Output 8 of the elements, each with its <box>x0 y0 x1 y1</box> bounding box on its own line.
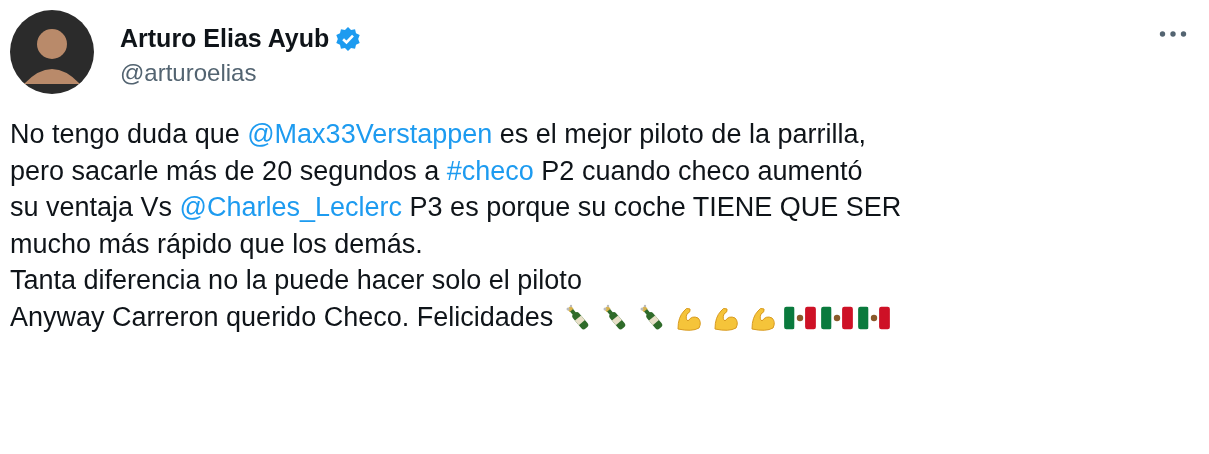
author-handle[interactable]: @arturoelias <box>120 59 1159 87</box>
mention-link[interactable]: @Max33Verstappen <box>247 119 493 149</box>
tweet-text: No tengo duda que @Max33Verstappen es el mejor piloto de la parrilla, pero sacarle más de 20 segundos a #checo P2 cuando checo aumentó su ventaja Vs @Charles_Leclerc P3 es porque su coche TIENE QUE SER mucho más rápido que los demás. Tanta diferencia no la puede hacer solo el piloto Anyway Carreron querido Checo. Felicidades <box>10 118 903 335</box>
more-icon[interactable] <box>1159 30 1187 38</box>
hashtag-link[interactable]: #checo <box>446 155 534 186</box>
author-name[interactable]: Arturo Elias Ayub <box>120 24 330 53</box>
avatar[interactable] <box>10 10 94 94</box>
mention-link[interactable]: @Charles_Leclerc <box>179 192 403 222</box>
